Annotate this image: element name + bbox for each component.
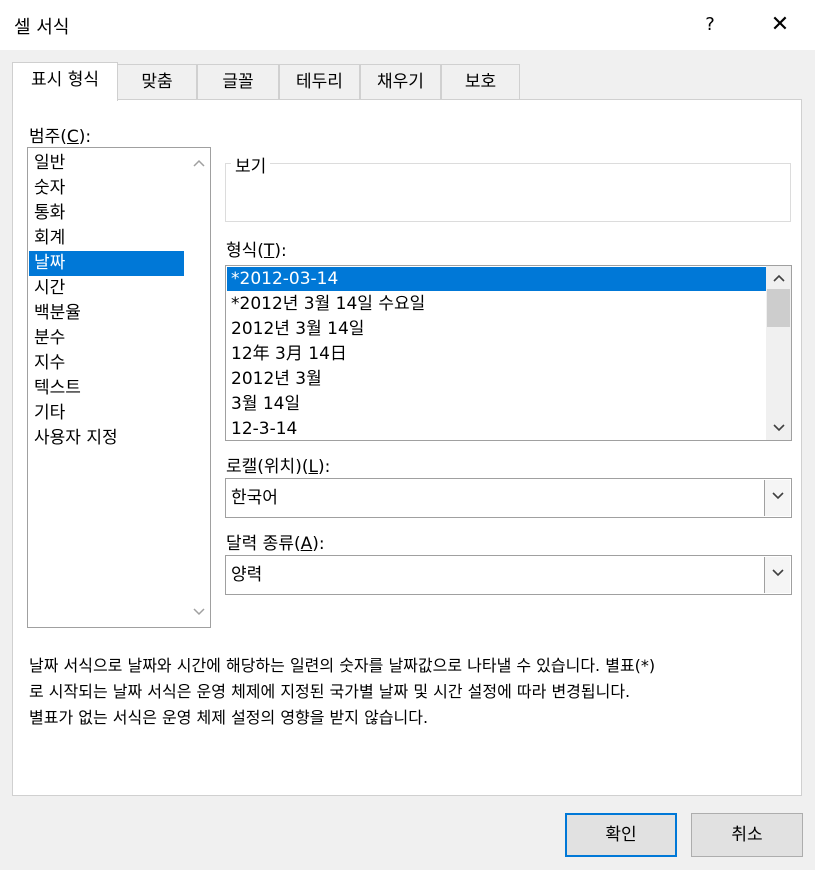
category-list[interactable]: 일반 숫자 통화 회계 날짜 시간 백분율 분수 지수 텍스트 기타 사용자 지… bbox=[27, 147, 211, 628]
tab-protection[interactable]: 보호 bbox=[441, 64, 520, 100]
format-type-label: 형식(T): bbox=[226, 241, 287, 261]
category-item-special[interactable]: 기타 bbox=[29, 401, 184, 426]
format-type-list[interactable]: *2012-03-14 *2012년 3월 14일 수요일 2012년 3월 1… bbox=[225, 265, 792, 441]
dialog-title: 셀 서식 bbox=[14, 17, 70, 38]
scroll-thumb[interactable] bbox=[767, 289, 790, 327]
chevron-down-icon[interactable] bbox=[764, 557, 790, 593]
locale-value: 한국어 bbox=[231, 488, 278, 508]
category-item-custom[interactable]: 사용자 지정 bbox=[29, 426, 184, 451]
format-description: 날짜 서식으로 날짜와 시간에 해당하는 일련의 숫자를 날짜값으로 나타낼 수… bbox=[29, 653, 789, 731]
chevron-up-icon[interactable] bbox=[766, 267, 791, 289]
category-item-general[interactable]: 일반 bbox=[29, 151, 184, 176]
tab-font[interactable]: 글꼴 bbox=[197, 64, 279, 100]
category-item-date[interactable]: 날짜 bbox=[29, 251, 184, 276]
category-item-number[interactable]: 숫자 bbox=[29, 176, 184, 201]
title-bar: 셀 서식 ? ✕ bbox=[0, 0, 815, 50]
calendar-type-dropdown[interactable]: 양력 bbox=[225, 555, 792, 595]
locale-dropdown[interactable]: 한국어 bbox=[225, 478, 792, 518]
format-panel: 범주(C): 일반 숫자 통화 회계 날짜 시간 백분율 분수 지수 텍스트 기… bbox=[12, 99, 802, 796]
tab-border[interactable]: 테두리 bbox=[279, 64, 360, 100]
calendar-type-label: 달력 종류(A): bbox=[226, 534, 325, 554]
category-item-fraction[interactable]: 분수 bbox=[29, 326, 184, 351]
category-item-accounting[interactable]: 회계 bbox=[29, 226, 184, 251]
description-line: 날짜 서식으로 날짜와 시간에 해당하는 일련의 숫자를 날짜값으로 나타낼 수… bbox=[29, 656, 656, 675]
chevron-down-icon[interactable] bbox=[766, 417, 791, 439]
chevron-down-icon[interactable] bbox=[764, 480, 790, 516]
category-item-scientific[interactable]: 지수 bbox=[29, 351, 184, 376]
format-item[interactable]: 12年 3月 14日 bbox=[227, 342, 766, 366]
category-item-percentage[interactable]: 백분율 bbox=[29, 301, 184, 326]
description-line: 로 시작되는 날짜 서식은 운영 체제에 지정된 국가별 날짜 및 시간 설정에… bbox=[29, 682, 631, 701]
close-button[interactable]: ✕ bbox=[758, 8, 802, 42]
format-item[interactable]: 2012년 3월 bbox=[227, 367, 766, 391]
tab-fill[interactable]: 채우기 bbox=[360, 64, 441, 100]
chevron-up-icon[interactable] bbox=[188, 153, 210, 175]
preview-box bbox=[225, 163, 791, 222]
category-scrollbar[interactable] bbox=[188, 148, 210, 627]
ok-button[interactable]: 확인 bbox=[565, 813, 677, 857]
format-item[interactable]: 3월 14일 bbox=[227, 392, 766, 416]
chevron-down-icon[interactable] bbox=[188, 602, 210, 624]
help-button[interactable]: ? bbox=[690, 8, 730, 42]
category-item-text[interactable]: 텍스트 bbox=[29, 376, 184, 401]
preview-label: 보기 bbox=[231, 152, 271, 177]
category-item-currency[interactable]: 통화 bbox=[29, 201, 184, 226]
format-scrollbar[interactable] bbox=[766, 266, 791, 440]
category-label: 범주(C): bbox=[29, 127, 92, 147]
format-item[interactable]: 12-3-14 bbox=[227, 417, 766, 441]
category-item-time[interactable]: 시간 bbox=[29, 276, 184, 301]
calendar-type-value: 양력 bbox=[231, 565, 263, 585]
cancel-button[interactable]: 취소 bbox=[691, 813, 803, 857]
tab-alignment[interactable]: 맞춤 bbox=[117, 64, 197, 100]
format-item[interactable]: *2012-03-14 bbox=[227, 267, 766, 291]
locale-label: 로캘(위치)(L): bbox=[226, 457, 331, 477]
format-item[interactable]: 2012년 3월 14일 bbox=[227, 317, 766, 341]
description-line: 별표가 없는 서식은 운영 체제 설정의 영향을 받지 않습니다. bbox=[29, 708, 429, 727]
tab-strip: 표시 형식 맞춤 글꼴 테두리 채우기 보호 bbox=[12, 62, 802, 101]
format-item[interactable]: *2012년 3월 14일 수요일 bbox=[227, 292, 766, 316]
tab-number-format[interactable]: 표시 형식 bbox=[12, 62, 118, 101]
